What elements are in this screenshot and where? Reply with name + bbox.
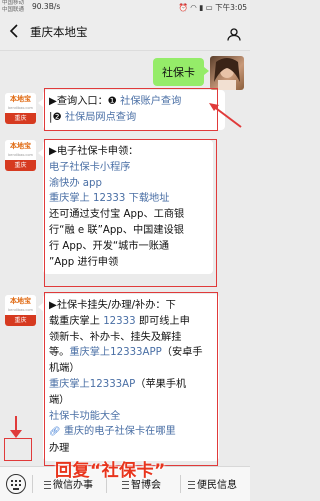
highlight-box-keyboard [4,438,32,461]
highlight-box-card-service [44,292,218,466]
highlight-box-query [44,88,218,131]
carrier-labels: 中国移动 中国联通 [2,0,24,14]
alarm-icon: ⏰ [178,3,188,12]
user-message-bubble: 社保卡 [153,58,209,86]
bot-avatar[interactable]: 本地宝 bendibao.com 重庆 [5,93,36,124]
carrier-2: 中国联通 [2,7,25,13]
signal-icon: ▮ [199,3,204,12]
menu-lines-icon [122,481,129,489]
promo-reply-text: 回复“社保卡” [55,461,166,481]
divider [32,475,33,493]
status-bar: 中国移动 中国联通 90.3B/s ⏰ ◠ ▮ ▭ 下午3:05 [0,0,250,14]
time: 下午3:05 [215,3,247,12]
chat-header: 重庆本地宝 [0,14,250,51]
bot-logo-city: 重庆 [5,315,36,326]
menu-convenience-info[interactable]: 便民信息 [188,476,237,491]
bot-logo-city: 重庆 [5,113,36,124]
divider [180,475,181,493]
bot-logo-sub: bendibao.com [8,106,33,110]
status-right: ⏰ ◠ ▮ ▭ 下午3:05 [178,2,247,13]
bot-logo-city: 重庆 [5,160,36,171]
menu-lines-icon [44,481,51,489]
keyboard-icon[interactable] [6,474,26,494]
chevron-left-icon[interactable] [9,23,19,42]
menu-label: 便民信息 [197,480,237,491]
bot-logo-sub: bendibao.com [8,153,33,157]
chat-title: 重庆本地宝 [30,25,88,39]
battery-icon: ▭ [205,3,213,12]
user-message-text: 社保卡 [162,66,195,79]
network-speed: 90.3B/s [32,2,61,11]
pointer-arrow-icon [10,416,22,438]
user-avatar[interactable] [210,56,244,90]
person-icon[interactable] [227,26,241,41]
menu-label: 微信办事 [53,480,93,491]
bot-avatar[interactable]: 本地宝 bendibao.com 重庆 [5,295,36,326]
bot-avatar[interactable]: 本地宝 bendibao.com 重庆 [5,140,36,171]
menu-label: 智博会 [131,480,161,491]
menu-lines-icon [188,481,195,489]
highlight-box-e-card [44,139,217,287]
wifi-icon: ◠ [190,3,197,12]
carrier-1: 中国移动 [2,0,25,6]
pointer-arrow-icon [209,103,242,128]
bot-logo-sub: bendibao.com [8,308,33,312]
